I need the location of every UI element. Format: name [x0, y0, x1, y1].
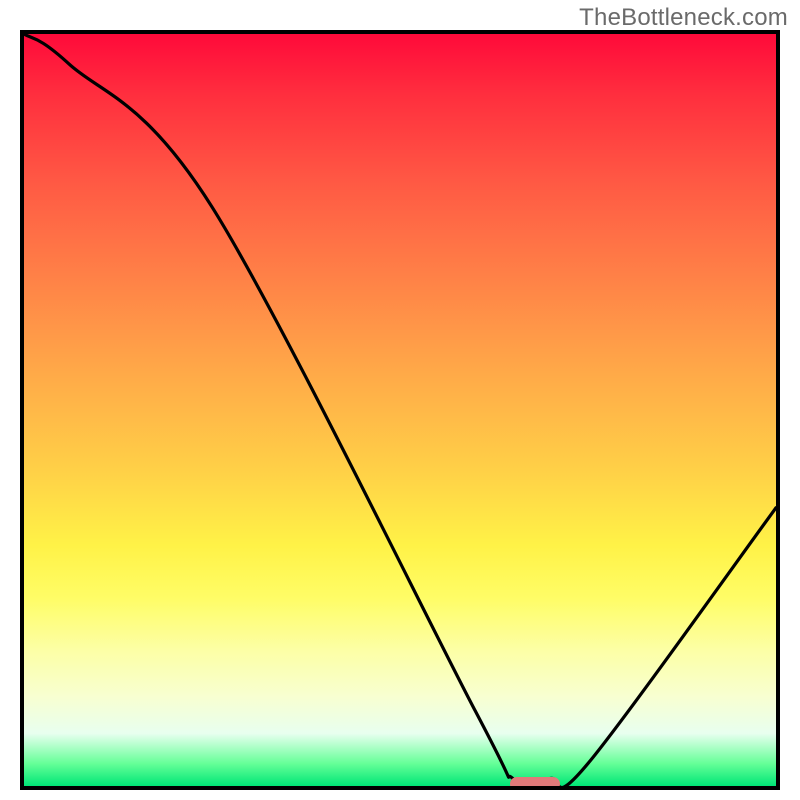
bottleneck-curve — [24, 34, 776, 786]
chart-stage: TheBottleneck.com — [0, 0, 800, 800]
plot-frame — [20, 30, 780, 790]
optimal-marker — [510, 777, 560, 790]
bottleneck-curve-path — [24, 34, 776, 786]
watermark-text: TheBottleneck.com — [579, 4, 788, 32]
